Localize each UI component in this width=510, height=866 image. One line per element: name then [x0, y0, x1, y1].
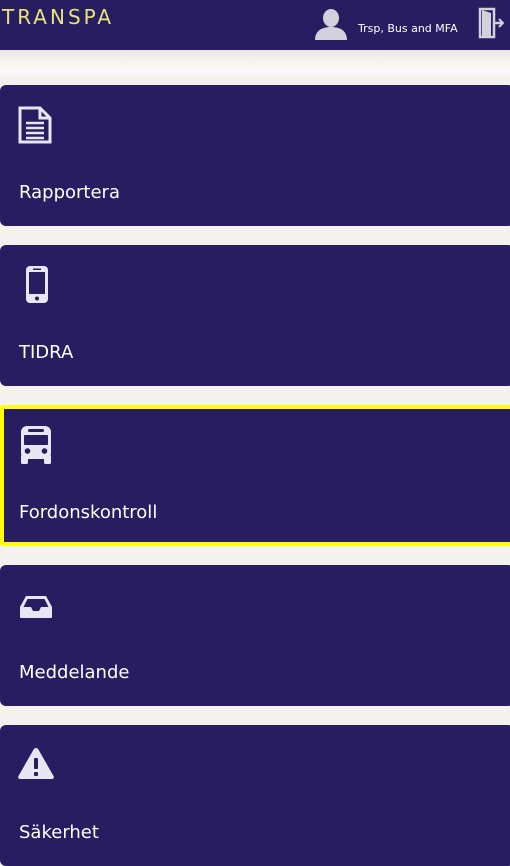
- menu-tile-fordonskontroll[interactable]: Fordonskontroll: [0, 405, 510, 546]
- menu-tile-tidra[interactable]: TIDRA: [0, 245, 510, 386]
- inbox-icon: [20, 596, 52, 618]
- document-icon: [18, 106, 52, 144]
- exit-door-icon[interactable]: [478, 7, 504, 39]
- menu-tile-rapportera[interactable]: Rapportera: [0, 85, 510, 226]
- brand-logo: TRANSPA: [2, 5, 115, 29]
- bus-icon: [21, 426, 51, 464]
- menu-tile-label: Meddelande: [19, 662, 130, 683]
- person-icon[interactable]: [314, 8, 348, 40]
- menu-tile-label: Fordonskontroll: [19, 502, 158, 523]
- menu-tile-label: TIDRA: [19, 342, 74, 363]
- user-name[interactable]: Trsp, Bus and MFA: [358, 22, 458, 36]
- warning-icon: [18, 748, 54, 779]
- header-divider: [0, 50, 510, 76]
- mobile-phone-icon: [26, 266, 48, 303]
- menu-tile-meddelande[interactable]: Meddelande: [0, 565, 510, 706]
- menu-tile-label: Säkerhet: [19, 822, 99, 843]
- top-bar: TRANSPA Trsp, Bus and MFA: [0, 0, 510, 50]
- menu-tile-label: Rapportera: [19, 182, 120, 203]
- menu-tile-sakerhet[interactable]: Säkerhet: [0, 725, 510, 866]
